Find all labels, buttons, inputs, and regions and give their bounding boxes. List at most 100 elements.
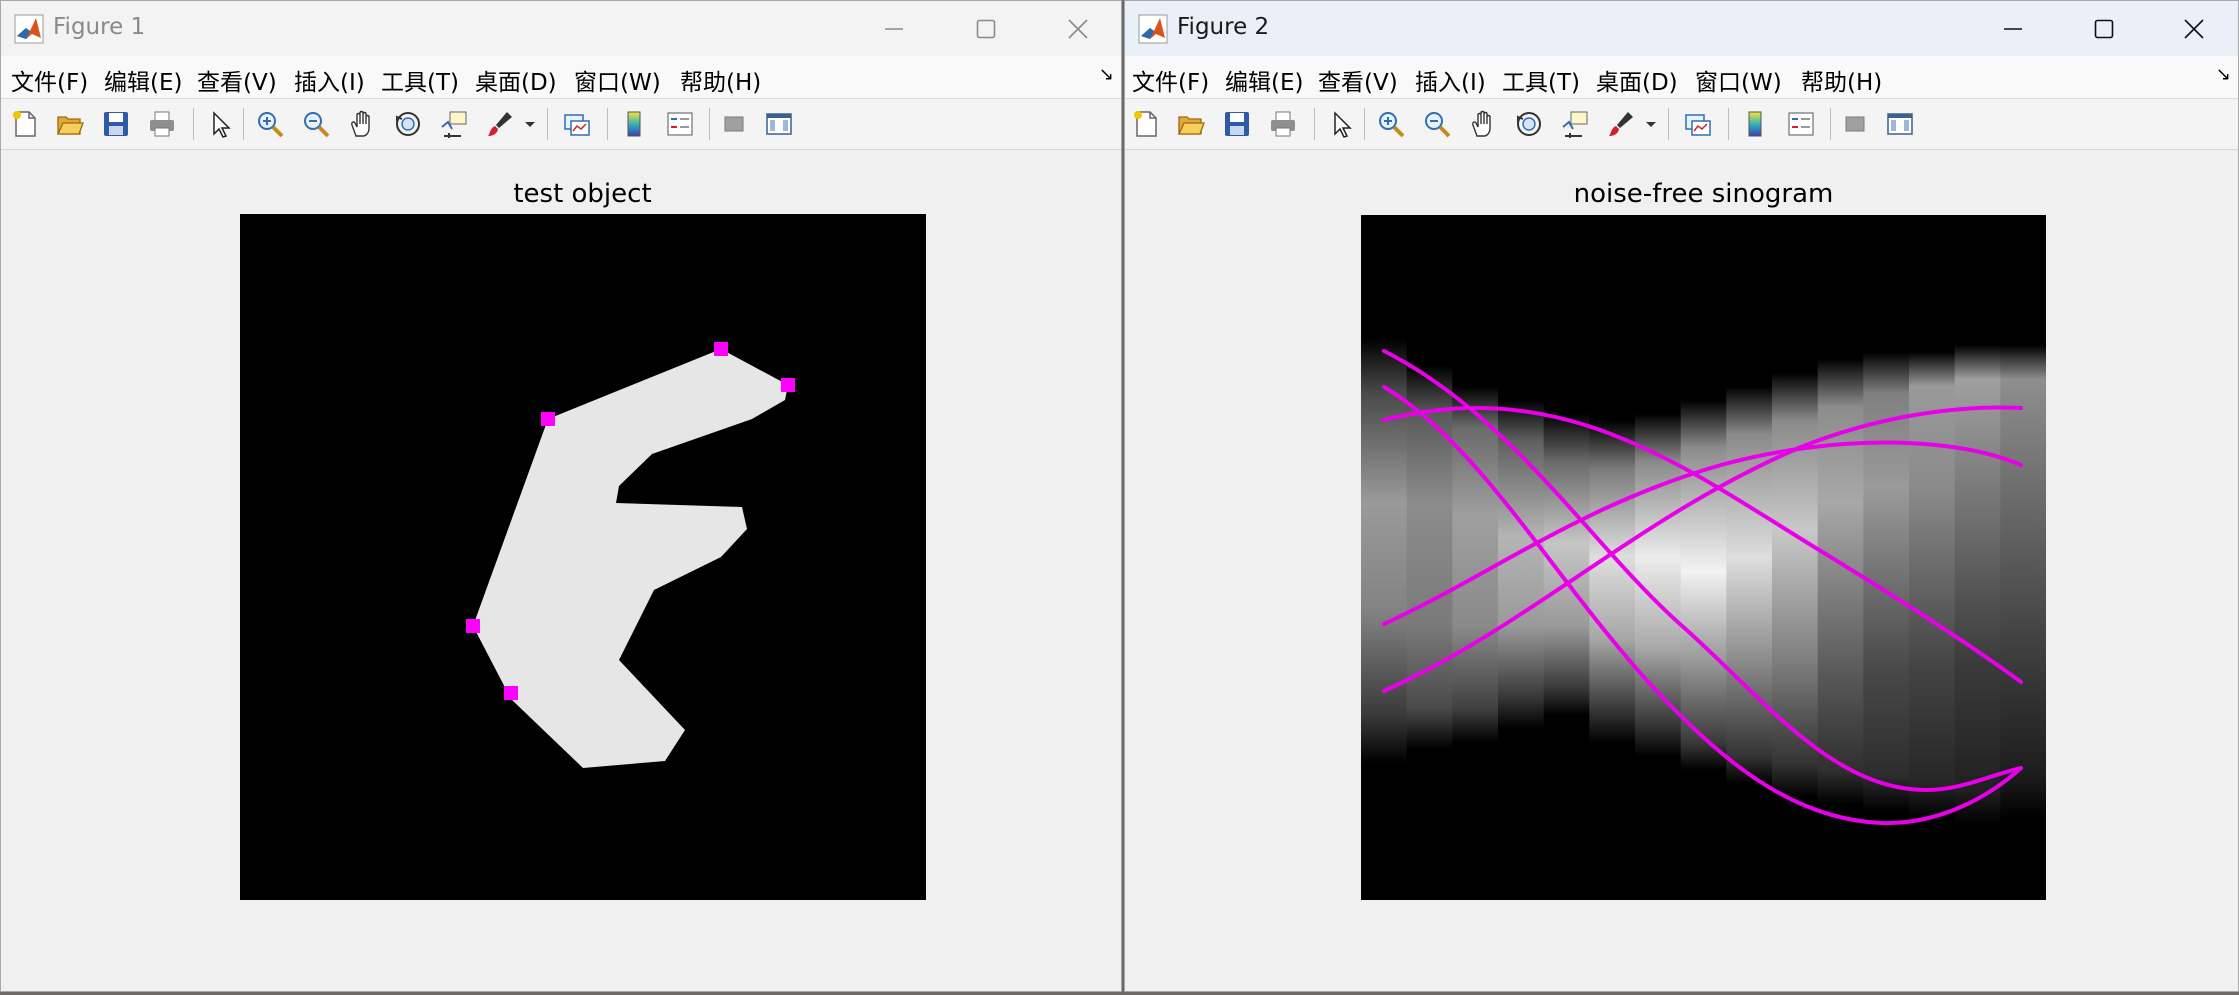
menu-help[interactable]: 帮助(H) (1801, 63, 1882, 97)
legend-icon (667, 112, 693, 136)
save-button[interactable] (99, 107, 133, 141)
minimize-button[interactable] (1967, 1, 2059, 56)
sinogram-image (1361, 215, 2046, 900)
vertex-marker[interactable] (714, 342, 728, 356)
link-plot-icon (564, 114, 590, 136)
pan-icon (1472, 110, 1491, 137)
link-plot-button[interactable] (1681, 107, 1715, 141)
menu-overflow-icon[interactable]: ↘ (1099, 64, 1114, 85)
close-button[interactable] (2148, 1, 2238, 56)
show-plot-tools-icon (1887, 113, 1913, 135)
save-button[interactable] (1220, 107, 1254, 141)
vertex-marker[interactable] (781, 378, 795, 392)
zoom-out-icon (1425, 112, 1451, 138)
save-icon (1225, 112, 1249, 136)
title-bar[interactable]: Figure 2 (1125, 1, 2238, 56)
pan-button[interactable] (1466, 107, 1500, 141)
new-figure-icon (13, 111, 36, 137)
menu-window[interactable]: 窗口(W) (574, 63, 661, 97)
menu-bar: 文件(F) 编辑(E) 查看(V) 插入(I) 工具(T) 桌面(D) 窗口(W… (1125, 56, 2238, 99)
rotate-3d-button[interactable] (391, 107, 425, 141)
menu-view[interactable]: 查看(V) (1318, 63, 1398, 97)
legend-button[interactable] (1784, 107, 1818, 141)
minimize-icon (2004, 27, 2022, 30)
print-button[interactable] (1266, 107, 1300, 141)
brush-dropdown-icon (1646, 122, 1656, 127)
data-cursor-icon (441, 111, 467, 138)
close-icon (2184, 18, 2204, 39)
sinogram-column (1909, 215, 1955, 900)
brush-button[interactable] (1604, 107, 1638, 141)
open-file-button[interactable] (53, 107, 87, 141)
menu-overflow-icon[interactable]: ↘ (2216, 64, 2231, 85)
zoom-in-button[interactable] (253, 107, 287, 141)
brush-dropdown-button[interactable] (1643, 107, 1659, 141)
hide-plot-tools-icon (724, 116, 744, 132)
edit-plot-button[interactable] (203, 107, 237, 141)
sinogram-column (2000, 215, 2046, 900)
new-figure-button[interactable] (8, 107, 42, 141)
hide-plot-tools-button[interactable] (1838, 107, 1872, 141)
pan-button[interactable] (345, 107, 379, 141)
menu-tools[interactable]: 工具(T) (1502, 63, 1580, 97)
zoom-in-button[interactable] (1374, 107, 1408, 141)
data-cursor-button[interactable] (1558, 107, 1592, 141)
edit-plot-button[interactable] (1324, 107, 1358, 141)
sinogram-column (1817, 215, 1864, 900)
menu-desktop[interactable]: 桌面(D) (475, 63, 557, 97)
hide-plot-tools-button[interactable] (717, 107, 751, 141)
close-button[interactable] (1032, 1, 1121, 56)
show-plot-tools-button[interactable] (762, 107, 796, 141)
new-figure-button[interactable] (1129, 107, 1163, 141)
new-figure-icon (1134, 111, 1157, 137)
vertex-marker[interactable] (541, 412, 555, 426)
brush-dropdown-button[interactable] (522, 107, 538, 141)
zoom-out-button[interactable] (1420, 107, 1454, 141)
sinogram-column (1635, 215, 1681, 900)
maximize-icon (976, 19, 996, 38)
open-file-icon (56, 116, 84, 135)
print-icon (1271, 111, 1295, 137)
zoom-out-button[interactable] (299, 107, 333, 141)
sinogram-axes[interactable] (1361, 215, 2046, 900)
rotate-3d-button[interactable] (1512, 107, 1546, 141)
axes-title: test object (513, 179, 652, 209)
menu-insert[interactable]: 插入(I) (1415, 63, 1486, 97)
close-icon (1068, 18, 1088, 39)
menu-file[interactable]: 文件(F) (1132, 63, 1209, 97)
menu-desktop[interactable]: 桌面(D) (1596, 63, 1678, 97)
maximize-button[interactable] (940, 1, 1032, 56)
sinogram-column (1498, 215, 1544, 900)
colorbar-button[interactable] (1738, 107, 1772, 141)
menu-help[interactable]: 帮助(H) (680, 63, 761, 97)
minimize-button[interactable] (848, 1, 940, 56)
menu-file[interactable]: 文件(F) (11, 63, 88, 97)
rotate-3d-icon (1517, 112, 1541, 136)
legend-icon (1788, 112, 1814, 136)
legend-button[interactable] (663, 107, 697, 141)
show-plot-tools-button[interactable] (1883, 107, 1917, 141)
link-plot-icon (1685, 114, 1711, 136)
menu-window[interactable]: 窗口(W) (1695, 63, 1782, 97)
object-axes[interactable] (240, 214, 926, 900)
link-plot-button[interactable] (560, 107, 594, 141)
menu-insert[interactable]: 插入(I) (294, 63, 365, 97)
print-icon (150, 111, 174, 137)
data-cursor-button[interactable] (437, 107, 471, 141)
hide-plot-tools-icon (1845, 116, 1865, 132)
menu-view[interactable]: 查看(V) (197, 63, 277, 97)
menu-tools[interactable]: 工具(T) (381, 63, 459, 97)
colorbar-button[interactable] (617, 107, 651, 141)
maximize-button[interactable] (2058, 1, 2150, 56)
vertex-marker[interactable] (466, 619, 480, 633)
menu-edit[interactable]: 编辑(E) (1225, 63, 1303, 97)
open-file-icon (1177, 116, 1205, 135)
window-title: Figure 2 (1177, 14, 1270, 40)
vertex-marker[interactable] (504, 686, 518, 700)
brush-button[interactable] (483, 107, 517, 141)
print-button[interactable] (145, 107, 179, 141)
open-file-button[interactable] (1174, 107, 1208, 141)
title-bar[interactable]: Figure 1 (1, 1, 1121, 56)
show-plot-tools-icon (766, 113, 792, 135)
menu-edit[interactable]: 编辑(E) (104, 63, 182, 97)
